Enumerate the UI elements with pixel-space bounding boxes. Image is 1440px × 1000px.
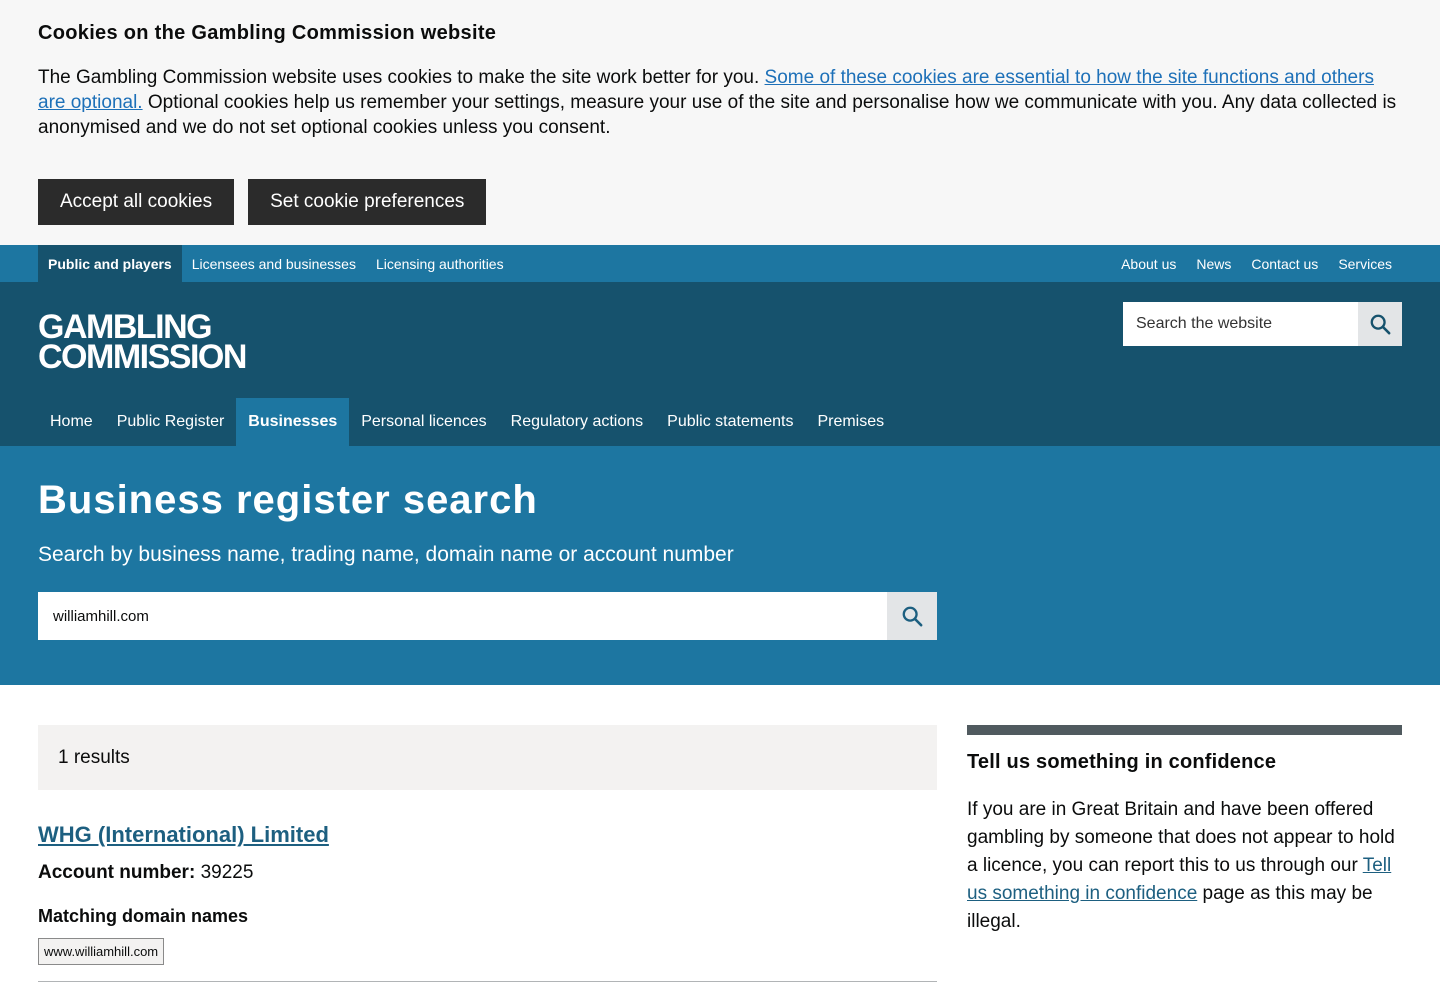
cookie-banner-title: Cookies on the Gambling Commission websi… (38, 22, 497, 44)
nav-businesses[interactable]: Businesses (236, 398, 350, 446)
utility-news[interactable]: News (1186, 245, 1241, 282)
cookie-banner-text: The Gambling Commission website uses coo… (38, 65, 1402, 140)
main-content: 1 results WHG (International) Limited Ac… (0, 685, 1440, 1000)
account-number-value: 39225 (200, 862, 254, 883)
domain-tag: www.williamhill.com (38, 938, 165, 965)
search-icon (1370, 314, 1391, 335)
cookie-banner: Cookies on the Gambling Commission websi… (0, 0, 1440, 245)
results-count: 1 results (38, 725, 937, 790)
search-icon (902, 606, 923, 627)
business-search-button[interactable] (887, 592, 937, 640)
cookie-buttons: Accept all cookies Set cookie preference… (38, 179, 487, 225)
nav-premises[interactable]: Premises (805, 398, 896, 446)
nav-home[interactable]: Home (38, 398, 105, 446)
nav-personal-licences[interactable]: Personal licences (349, 398, 498, 446)
main-nav: Home Public Register Businesses Personal… (38, 398, 896, 446)
panel-top-bar (967, 725, 1402, 735)
utility-nav: About us News Contact us Services (1111, 245, 1402, 282)
nav-public-statements[interactable]: Public statements (655, 398, 805, 446)
audience-public-players[interactable]: Public and players (38, 245, 182, 282)
result-divider (38, 981, 937, 982)
page-title: Business register search (38, 478, 538, 522)
account-number-row: Account number: 39225 (38, 862, 253, 884)
search-hero: Business register search Search by busin… (0, 446, 1440, 685)
audience-nav: Public and players Licensees and busines… (0, 245, 1440, 282)
business-search-input[interactable] (38, 592, 887, 640)
confidence-panel: Tell us something in confidence If you a… (967, 725, 1402, 936)
site-search (1123, 302, 1402, 346)
cookie-text-after: Optional cookies help us remember your s… (38, 92, 1397, 138)
gambling-commission-logo[interactable]: GAMBLING COMMISSION (38, 310, 247, 376)
nav-public-register[interactable]: Public Register (105, 398, 237, 446)
cookie-preferences-button[interactable]: Set cookie preferences (248, 179, 487, 225)
confidence-text: If you are in Great Britain and have bee… (967, 796, 1402, 936)
logo-line-2: COMMISSION (38, 338, 247, 376)
accept-cookies-button[interactable]: Accept all cookies (38, 179, 235, 225)
account-number-label: Account number: (38, 862, 196, 883)
utility-contact-us[interactable]: Contact us (1241, 245, 1328, 282)
business-search (38, 592, 937, 640)
nav-regulatory-actions[interactable]: Regulatory actions (499, 398, 656, 446)
utility-services[interactable]: Services (1328, 245, 1402, 282)
page-subtitle: Search by business name, trading name, d… (38, 543, 734, 566)
matching-domains-heading: Matching domain names (38, 906, 249, 926)
confidence-text-before: If you are in Great Britain and have bee… (967, 799, 1395, 876)
audience-licensees-businesses[interactable]: Licensees and businesses (182, 245, 366, 282)
site-search-button[interactable] (1358, 302, 1402, 346)
audience-nav-left: Public and players Licensees and busines… (38, 245, 514, 282)
audience-licensing-authorities[interactable]: Licensing authorities (366, 245, 514, 282)
result-business-link[interactable]: WHG (International) Limited (38, 822, 329, 848)
site-header: GAMBLING COMMISSION Home Public Register… (0, 282, 1440, 446)
utility-about-us[interactable]: About us (1111, 245, 1186, 282)
cookie-text-before: The Gambling Commission website uses coo… (38, 67, 765, 88)
site-search-input[interactable] (1123, 302, 1358, 346)
confidence-title: Tell us something in confidence (967, 751, 1277, 773)
